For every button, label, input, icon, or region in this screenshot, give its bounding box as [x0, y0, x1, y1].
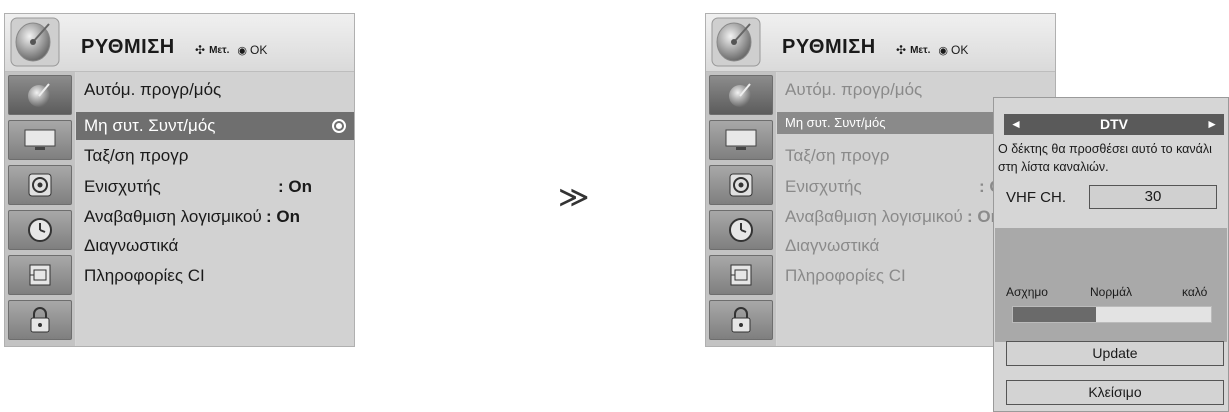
monitor-icon[interactable] [709, 120, 773, 160]
list-item-diagnostics[interactable]: Διαγνωστικά [76, 232, 354, 260]
list-item-program-edit[interactable]: Ταξ/ση προγρ [76, 142, 354, 170]
close-button[interactable]: Κλείσιμο [1006, 380, 1224, 405]
menu-title: ΡΥΘΜΙΣΗ [81, 36, 175, 58]
padlock-icon[interactable] [8, 300, 72, 340]
speaker-icon[interactable] [8, 165, 72, 205]
clock-icon[interactable] [8, 210, 72, 250]
signal-bad-label: Ασχημο [1006, 285, 1048, 299]
right-arrow-icon[interactable]: ► [1206, 114, 1218, 135]
move-hint: Μετ. [910, 44, 931, 56]
item-label: Αναβαθμιση λογισμικού [785, 207, 963, 226]
ci-module-icon[interactable] [8, 255, 72, 295]
menu-header: ΡΥΘΜΙΣΗ ✣ Μετ. ◉ OK [706, 14, 1055, 72]
item-label: Πληροφορίες CI [84, 266, 205, 285]
satellite-dish-icon[interactable] [709, 75, 773, 115]
list-item-booster[interactable]: Ενισχυτής : On [76, 173, 354, 201]
move-icon: ✣ [195, 43, 206, 57]
item-label: Ενισχυτής [785, 177, 862, 196]
signal-normal-label: Νορμάλ [1090, 285, 1133, 299]
ok-hint: OK [951, 43, 969, 57]
channel-label: VHF CH. [1006, 189, 1066, 206]
key-hints: ✣ Μετ. ◉ OK [195, 43, 267, 57]
list-item-auto-tuning[interactable]: Αυτόμ. προγρ/μός [76, 76, 354, 104]
ok-icon: ◉ [237, 45, 247, 57]
ci-module-icon[interactable] [709, 255, 773, 295]
item-label: Διαγνωστικά [84, 236, 179, 255]
mode-label: DTV [1100, 116, 1128, 132]
signal-strength-fill [1013, 307, 1097, 322]
menu-title: ΡΥΘΜΙΣΗ [782, 36, 876, 58]
list-item-ci-info[interactable]: Πληροφορίες CI [76, 262, 354, 290]
item-label: Μη συτ. Συντ/μός [84, 116, 216, 135]
left-arrow-icon[interactable]: ◄ [1010, 114, 1022, 135]
item-label: Μη συτ. Συντ/μός [785, 115, 886, 130]
move-hint: Μετ. [209, 44, 230, 56]
update-button[interactable]: Update [1006, 341, 1224, 366]
move-icon: ✣ [896, 43, 907, 57]
speaker-icon[interactable] [709, 165, 773, 205]
channel-input[interactable]: 30 [1089, 185, 1217, 209]
item-label: Πληροφορίες CI [785, 266, 906, 285]
item-value: : On [266, 207, 300, 226]
item-label: Αναβαθμιση λογισμικού [84, 207, 262, 226]
clock-icon[interactable] [709, 210, 773, 250]
ok-hint: OK [250, 43, 268, 57]
satellite-dish-icon[interactable] [8, 75, 72, 115]
selected-radio-icon [332, 119, 346, 133]
ok-icon: ◉ [938, 45, 948, 57]
setup-menu-left: ΡΥΘΜΙΣΗ ✣ Μετ. ◉ OK Αυτόμ. προγρ/μός Μη … [4, 13, 355, 347]
category-icons [5, 72, 75, 346]
manual-tuning-popup: ◄ DTV ► Ο δέκτης θα προσθέσει αυτό το κα… [993, 97, 1229, 412]
item-value: : On [278, 177, 312, 196]
monitor-icon[interactable] [8, 120, 72, 160]
info-message: Ο δέκτης θα προσθέσει αυτό το κανάλι στη… [998, 142, 1212, 174]
item-label: Αυτόμ. προγρ/μός [785, 80, 923, 99]
satellite-dish-icon [711, 17, 761, 67]
key-hints: ✣ Μετ. ◉ OK [896, 43, 968, 57]
signal-strength-bar [1012, 306, 1212, 323]
item-label: Ταξ/ση προγρ [84, 146, 189, 165]
item-label: Αυτόμ. προγρ/μός [84, 80, 222, 99]
transition-arrow: ≫ [558, 181, 590, 214]
padlock-icon[interactable] [709, 300, 773, 340]
satellite-dish-icon [10, 17, 60, 67]
mode-selector[interactable]: ◄ DTV ► [1004, 114, 1224, 135]
item-label: Διαγνωστικά [785, 236, 880, 255]
category-icons [706, 72, 776, 346]
item-label: Ταξ/ση προγρ [785, 146, 890, 165]
menu-list: Αυτόμ. προγρ/μός Μη συτ. Συντ/μός Ταξ/ση… [76, 72, 354, 346]
list-item-manual-tuning[interactable]: Μη συτ. Συντ/μός [76, 112, 354, 140]
list-item-software-update[interactable]: Αναβαθμιση λογισμικού : On [76, 203, 354, 231]
menu-header: ΡΥΘΜΙΣΗ ✣ Μετ. ◉ OK [5, 14, 354, 72]
item-label: Ενισχυτής [84, 177, 161, 196]
signal-good-label: καλό [1182, 285, 1208, 299]
